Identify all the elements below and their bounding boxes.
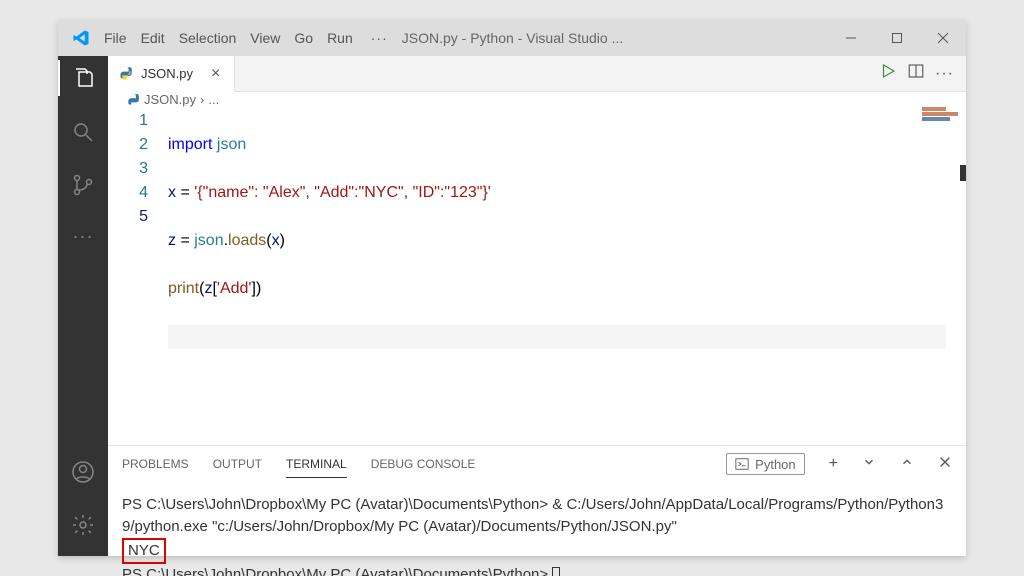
editor-tabs: JSON.py × ··· — [108, 56, 966, 92]
panel-tab-problems[interactable]: PROBLEMS — [122, 457, 189, 471]
python-file-icon — [126, 93, 140, 107]
menu-view[interactable]: View — [250, 30, 280, 46]
explorer-icon[interactable] — [58, 60, 108, 96]
window-title: JSON.py - Python - Visual Studio ... — [402, 30, 828, 46]
breadcrumb-more: ... — [208, 92, 219, 107]
breadcrumb-file: JSON.py — [144, 92, 196, 107]
split-editor-button[interactable] — [907, 62, 925, 85]
terminal-output[interactable]: PS C:\Users\John\Dropbox\My PC (Avatar)\… — [108, 482, 966, 576]
terminal-cursor — [552, 567, 560, 576]
terminal-icon — [735, 457, 749, 471]
maximize-button[interactable] — [874, 20, 920, 56]
terminal-line: PS C:\Users\John\Dropbox\My PC (Avatar)\… — [122, 494, 952, 538]
menu-bar: File Edit Selection View Go Run ··· — [104, 30, 392, 46]
run-button[interactable] — [879, 62, 897, 85]
menu-go[interactable]: Go — [294, 30, 313, 46]
terminal-dropdown-icon[interactable] — [862, 455, 876, 474]
settings-gear-icon[interactable] — [71, 513, 95, 542]
line-numbers: 1 2 3 4 5 — [108, 107, 168, 445]
editor-more-icon[interactable]: ··· — [935, 65, 954, 83]
breadcrumb[interactable]: JSON.py › ... — [108, 92, 966, 107]
menu-edit[interactable]: Edit — [141, 30, 165, 46]
vscode-logo-icon — [72, 29, 90, 47]
terminal-highlighted-output: NYC — [122, 538, 166, 564]
activity-bar: ··· — [58, 56, 108, 556]
menu-file[interactable]: File — [104, 30, 127, 46]
account-icon[interactable] — [71, 460, 95, 489]
breadcrumb-sep: › — [200, 92, 204, 107]
activity-more-icon[interactable]: ··· — [73, 226, 94, 247]
minimize-button[interactable] — [828, 20, 874, 56]
source-control-icon[interactable] — [71, 173, 95, 202]
panel-tab-terminal[interactable]: TERMINAL — [286, 457, 347, 478]
python-file-icon — [118, 66, 133, 81]
overview-ruler-mark — [960, 165, 966, 181]
menu-run[interactable]: Run — [327, 30, 353, 46]
menu-selection[interactable]: Selection — [179, 30, 237, 46]
titlebar: File Edit Selection View Go Run ··· JSON… — [58, 20, 966, 56]
panel-tab-output[interactable]: OUTPUT — [213, 457, 262, 471]
panel-close-icon[interactable] — [938, 455, 952, 474]
new-terminal-button[interactable]: + — [829, 455, 838, 473]
tab-name: JSON.py — [141, 66, 193, 81]
panel-tab-debug[interactable]: DEBUG CONSOLE — [371, 457, 476, 471]
tab-json-py[interactable]: JSON.py × — [108, 56, 235, 92]
terminal-prompt: PS C:\Users\John\Dropbox\My PC (Avatar)\… — [122, 564, 952, 576]
search-icon[interactable] — [71, 120, 95, 149]
menu-more[interactable]: ··· — [371, 30, 388, 46]
minimap[interactable] — [922, 107, 962, 137]
editor[interactable]: 1 2 3 4 5 import json x = '{"name": "Ale… — [108, 107, 966, 445]
terminal-shell-indicator[interactable]: Python — [726, 453, 804, 475]
code-content[interactable]: import json x = '{"name": "Alex", "Add":… — [168, 107, 966, 445]
tab-close-icon[interactable]: × — [207, 65, 224, 83]
panel-maximize-icon[interactable] — [900, 455, 914, 474]
panel: PROBLEMS OUTPUT TERMINAL DEBUG CONSOLE P… — [108, 445, 966, 576]
close-button[interactable] — [920, 20, 966, 56]
